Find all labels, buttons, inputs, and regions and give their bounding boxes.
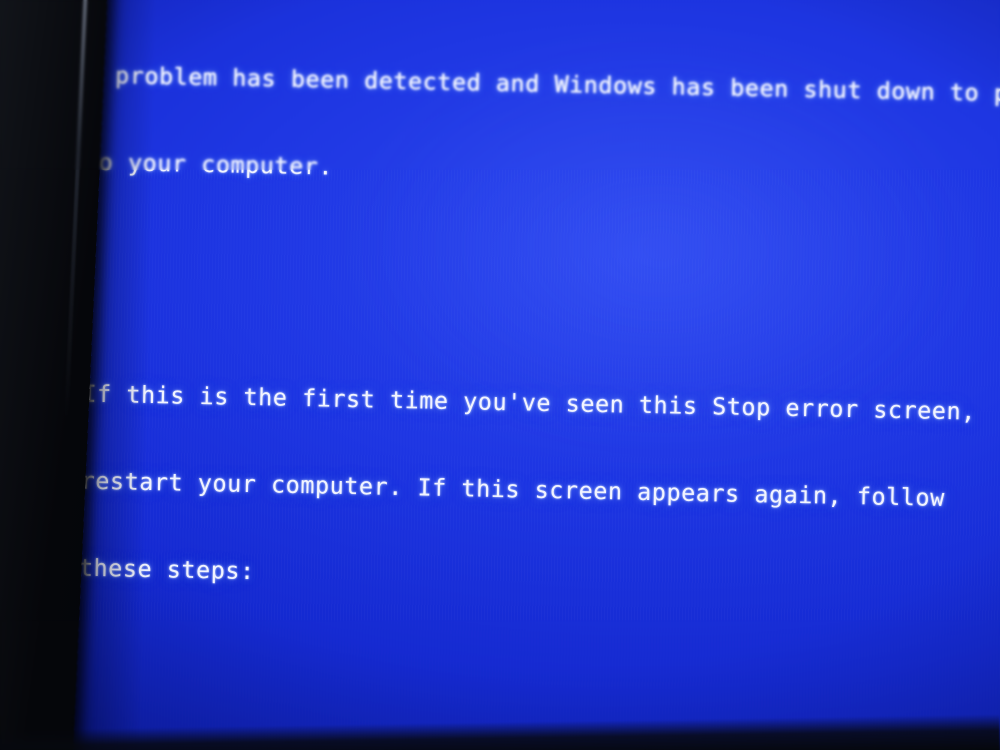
gap-1 <box>81 264 1000 317</box>
bsod-para1-line-2: restart your computer. If this screen ap… <box>80 466 946 512</box>
gap-2 <box>73 670 1000 723</box>
monitor-screen: A problem has been detected and Windows … <box>39 0 1000 750</box>
bsod-intro-line-1: A problem has been detected and Windows … <box>86 61 1000 109</box>
bsod-intro-line-2: to your computer. <box>83 147 334 181</box>
bsod-para1-line-3: these steps: <box>78 553 255 586</box>
photo-of-monitor: A problem has been detected and Windows … <box>0 0 1000 750</box>
bsod-para1-line-1: If this is the first time you've seen th… <box>82 379 977 426</box>
bsod-text-block: A problem has been detected and Windows … <box>40 3 1000 750</box>
